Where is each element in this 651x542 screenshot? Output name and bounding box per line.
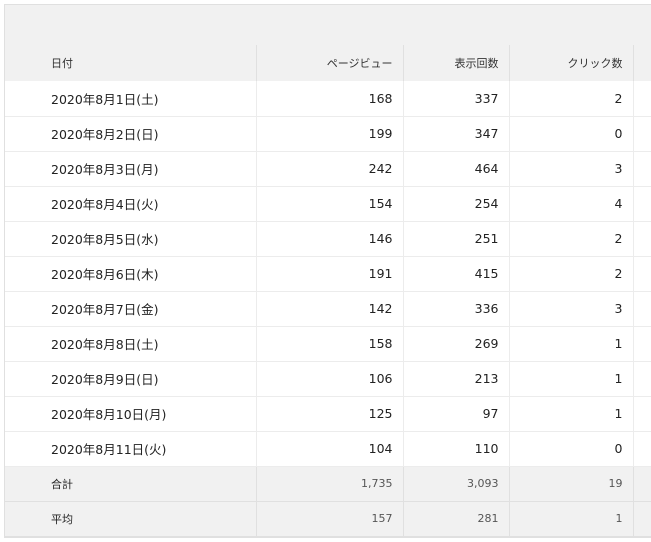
column-header-clicks[interactable]: クリック数 (509, 45, 634, 81)
table-row: 2020年8月3日(月) 242 464 3 (5, 151, 651, 187)
average-clicks: 1 (509, 501, 634, 537)
toolbar (5, 5, 651, 45)
report-table: 日付 ページビュー 表示回数 クリック数 2020年8月1日(土) 168 33… (5, 45, 651, 537)
cell-clicks: 2 (509, 256, 634, 292)
cell-pageviews: 158 (256, 326, 404, 362)
cell-impressions: 213 (403, 361, 510, 397)
cell-clicks: 4 (509, 186, 634, 222)
table-row: 2020年8月9日(日) 106 213 1 (5, 361, 651, 397)
cell-pageviews: 154 (256, 186, 404, 222)
cell-date: 2020年8月1日(土) (5, 81, 257, 117)
total-row: 合計 1,735 3,093 19 (5, 466, 651, 502)
cell-pageviews: 168 (256, 81, 404, 117)
cell-impressions: 269 (403, 326, 510, 362)
cell-date: 2020年8月7日(金) (5, 291, 257, 327)
cell-overflow (633, 186, 651, 222)
cell-pageviews: 242 (256, 151, 404, 187)
average-pageviews: 157 (256, 501, 404, 537)
cell-overflow (633, 291, 651, 327)
cell-impressions: 415 (403, 256, 510, 292)
cell-clicks: 0 (509, 431, 634, 467)
cell-clicks: 3 (509, 291, 634, 327)
cell-impressions: 464 (403, 151, 510, 187)
table-row: 2020年8月1日(土) 168 337 2 (5, 81, 651, 117)
total-clicks: 19 (509, 466, 634, 502)
cell-overflow (633, 361, 651, 397)
cell-impressions: 110 (403, 431, 510, 467)
cell-clicks: 2 (509, 221, 634, 257)
table-row: 2020年8月4日(火) 154 254 4 (5, 186, 651, 222)
cell-date: 2020年8月4日(火) (5, 186, 257, 222)
table-row: 2020年8月10日(月) 125 97 1 (5, 396, 651, 432)
table-row: 2020年8月11日(火) 104 110 0 (5, 431, 651, 467)
column-header-overflow (633, 45, 651, 81)
cell-overflow (633, 81, 651, 117)
report-panel: 日付 ページビュー 表示回数 クリック数 2020年8月1日(土) 168 33… (4, 4, 651, 538)
cell-pageviews: 146 (256, 221, 404, 257)
total-impressions: 3,093 (403, 466, 510, 502)
cell-date: 2020年8月10日(月) (5, 396, 257, 432)
cell-impressions: 337 (403, 81, 510, 117)
column-header-impressions[interactable]: 表示回数 (403, 45, 510, 81)
cell-date: 2020年8月3日(月) (5, 151, 257, 187)
average-impressions: 281 (403, 501, 510, 537)
cell-clicks: 1 (509, 396, 634, 432)
cell-impressions: 97 (403, 396, 510, 432)
cell-pageviews: 106 (256, 361, 404, 397)
cell-overflow (633, 431, 651, 467)
header-row: 日付 ページビュー 表示回数 クリック数 (5, 45, 651, 81)
table-row: 2020年8月7日(金) 142 336 3 (5, 291, 651, 327)
cell-clicks: 2 (509, 81, 634, 117)
cell-pageviews: 191 (256, 256, 404, 292)
column-header-pageviews[interactable]: ページビュー (256, 45, 404, 81)
cell-pageviews: 104 (256, 431, 404, 467)
column-header-date[interactable]: 日付 (5, 45, 257, 81)
cell-pageviews: 142 (256, 291, 404, 327)
cell-overflow (633, 501, 651, 537)
cell-date: 2020年8月5日(水) (5, 221, 257, 257)
table-row: 2020年8月6日(木) 191 415 2 (5, 256, 651, 292)
cell-clicks: 1 (509, 361, 634, 397)
cell-impressions: 347 (403, 116, 510, 152)
cell-pageviews: 199 (256, 116, 404, 152)
cell-clicks: 3 (509, 151, 634, 187)
cell-impressions: 336 (403, 291, 510, 327)
average-row: 平均 157 281 1 (5, 501, 651, 537)
cell-overflow (633, 256, 651, 292)
table-row: 2020年8月8日(土) 158 269 1 (5, 326, 651, 362)
cell-date: 2020年8月8日(土) (5, 326, 257, 362)
cell-date: 2020年8月2日(日) (5, 116, 257, 152)
table-row: 2020年8月2日(日) 199 347 0 (5, 116, 651, 152)
cell-impressions: 251 (403, 221, 510, 257)
total-pageviews: 1,735 (256, 466, 404, 502)
cell-overflow (633, 221, 651, 257)
cell-overflow (633, 466, 651, 502)
cell-date: 2020年8月6日(木) (5, 256, 257, 292)
cell-overflow (633, 116, 651, 152)
cell-clicks: 1 (509, 326, 634, 362)
average-label: 平均 (5, 501, 257, 537)
cell-date: 2020年8月11日(火) (5, 431, 257, 467)
total-label: 合計 (5, 466, 257, 502)
cell-clicks: 0 (509, 116, 634, 152)
cell-date: 2020年8月9日(日) (5, 361, 257, 397)
cell-pageviews: 125 (256, 396, 404, 432)
cell-impressions: 254 (403, 186, 510, 222)
cell-overflow (633, 326, 651, 362)
table-row: 2020年8月5日(水) 146 251 2 (5, 221, 651, 257)
cell-overflow (633, 396, 651, 432)
cell-overflow (633, 151, 651, 187)
